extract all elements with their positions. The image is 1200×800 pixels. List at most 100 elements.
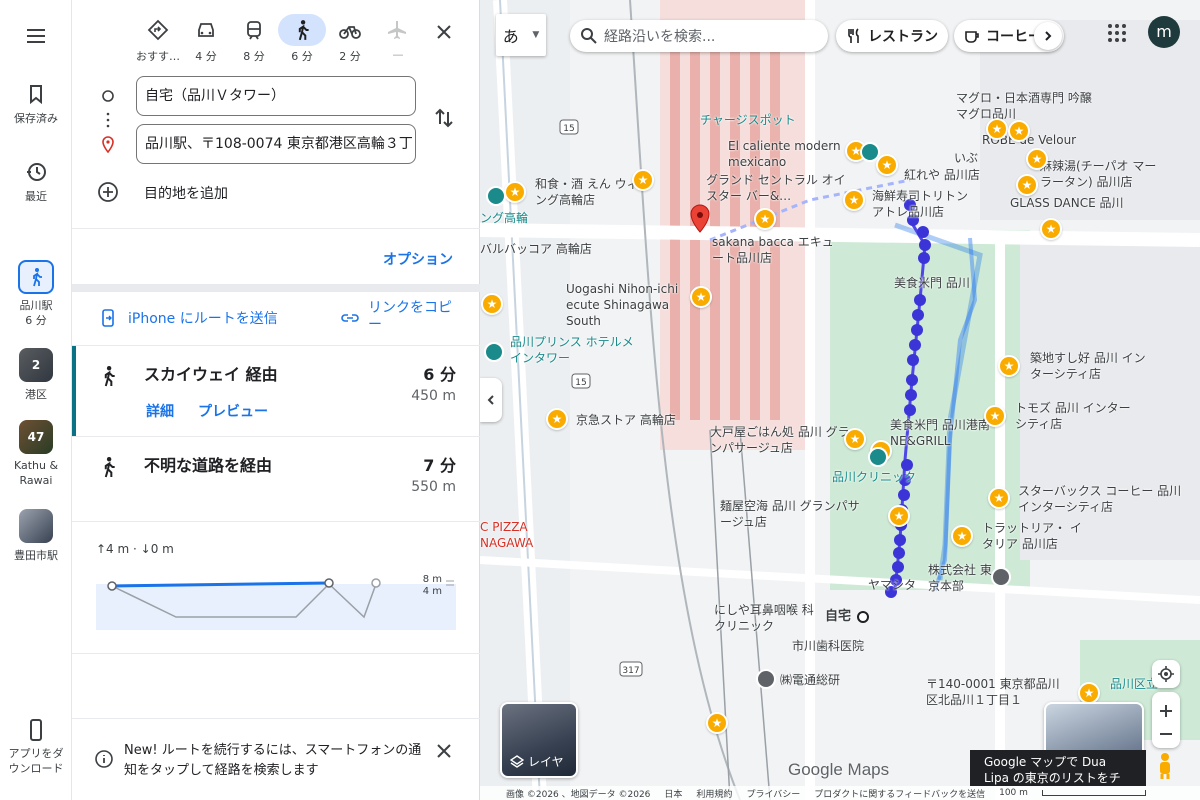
restaurant-star-icon[interactable]: ★ (951, 525, 973, 547)
map-label[interactable]: C PIZZA NAGAWA (480, 519, 544, 551)
transit-pin-icon[interactable] (860, 142, 880, 162)
restaurant-star-icon[interactable]: ★ (1026, 148, 1048, 170)
destination-input[interactable]: 品川駅、〒108-0074 東京都港区高輪３丁目 (136, 124, 416, 164)
route-preview-link[interactable]: プレビュー (198, 404, 268, 420)
restaurant-star-icon[interactable]: ★ (504, 181, 526, 203)
swap-icon[interactable] (432, 106, 456, 130)
map-label[interactable]: 市川歯科医院 (792, 638, 864, 654)
map-label[interactable]: 大戸屋ごはん処 品川 グランパサージュ店 (710, 424, 850, 456)
close-directions-icon[interactable] (432, 20, 456, 44)
mode-car[interactable]: 4 分 (182, 14, 230, 64)
place-toyota[interactable]: 豊田市駅 (0, 509, 72, 563)
restaurant-star-icon[interactable]: ★ (844, 428, 866, 450)
hotel-pin-icon[interactable] (484, 342, 504, 362)
restaurant-star-icon[interactable]: ★ (1078, 682, 1100, 704)
footer-terms[interactable]: 利用規約 (696, 787, 732, 800)
map-label[interactable]: 京急ストア 高輪店 (576, 412, 676, 428)
footer-feedback[interactable]: プロダクトに関するフィードバックを送信 (814, 787, 985, 800)
restaurant-star-icon[interactable]: ★ (843, 189, 865, 211)
restaurant-star-icon[interactable]: ★ (1040, 218, 1062, 240)
mode-transit[interactable]: 8 分 (230, 14, 278, 64)
place-minato[interactable]: 2 港区 (0, 348, 72, 402)
map-label[interactable]: 麺屋空海 品川 グランパサージュ店 (720, 498, 860, 530)
map-label[interactable]: 株式会社 東京本部 (928, 562, 998, 594)
pegman-icon[interactable] (1154, 752, 1176, 780)
copy-link-button[interactable]: リンクをコピー (340, 300, 460, 334)
footer-scale[interactable]: 100 m (999, 788, 1028, 798)
footer-country[interactable]: 日本 (664, 787, 682, 800)
map-label[interactable]: にしや耳鼻咽喉 科クリニック (714, 602, 822, 634)
restaurant-star-icon[interactable]: ★ (876, 154, 898, 176)
restaurant-star-icon[interactable]: ★ (888, 505, 910, 527)
restaurant-star-icon[interactable]: ★ (988, 487, 1010, 509)
building-pin-icon[interactable] (756, 669, 776, 689)
map-label[interactable]: Uogashi Nihon-ichi ecute Shinagawa South (566, 281, 706, 329)
map-label[interactable]: 海鮮寿司トリトン アトレ品川店 (872, 188, 972, 220)
map-label[interactable]: El caliente modern mexicano (728, 138, 848, 170)
restaurant-star-icon[interactable]: ★ (754, 208, 776, 230)
map-label[interactable]: 品川クリニック (832, 469, 916, 485)
route-option-1[interactable]: スカイウェイ 経由 6 分 450 m 詳細 プレビュー (72, 345, 480, 436)
ime-toggle[interactable]: あ ▼ (496, 14, 546, 56)
add-circle-icon[interactable] (96, 180, 120, 204)
map-label[interactable]: トモズ 品川 インターシティ店 (1015, 400, 1135, 432)
map-label[interactable]: 品川区立 (1110, 676, 1158, 692)
map-label[interactable]: トラットリア・ イタリア 品川店 (982, 520, 1092, 552)
restaurant-star-icon[interactable]: ★ (690, 286, 712, 308)
map-label[interactable]: ㈱電通総研 (780, 672, 840, 688)
current-route-button[interactable]: 品川駅 6 分 (0, 260, 72, 328)
restaurant-star-icon[interactable]: ★ (546, 408, 568, 430)
promo-banner[interactable]: Google マップで Dua Lipa の東京のリストをチェック (970, 750, 1146, 786)
recent-button[interactable]: 最近 (0, 160, 72, 204)
restaurant-star-icon[interactable]: ★ (706, 712, 728, 734)
download-app-button[interactable]: アプリをダウンロード (0, 718, 72, 776)
route-option-2[interactable]: 不明な道路を経由 7 分 550 m (72, 436, 480, 521)
home-label[interactable]: 自宅 (825, 609, 851, 625)
mode-flight[interactable]: — (374, 14, 422, 64)
restaurant-star-icon[interactable]: ★ (1016, 174, 1038, 196)
saved-button[interactable]: 保存済み (0, 82, 72, 126)
mode-walk[interactable]: 6 分 (278, 14, 326, 64)
chips-next-button[interactable] (1034, 22, 1062, 50)
restaurant-star-icon[interactable]: ★ (1008, 120, 1030, 142)
zoom-in-icon[interactable] (1159, 704, 1173, 718)
transit-pin-icon[interactable] (486, 186, 506, 206)
map-label[interactable]: 紅れや 品川店 (904, 167, 980, 183)
map-label[interactable]: スターバックス コーヒー 品川インターシティ店 (1018, 483, 1188, 515)
map-label[interactable]: マグロ・日本酒専門 吟醸マグロ品川 (956, 90, 1096, 122)
collapse-panel-button[interactable] (480, 378, 502, 422)
mode-bicycle[interactable]: 2 分 (326, 14, 374, 64)
map-label[interactable]: 麻辣湯(チーパオ マーラータン) 品川店 (1040, 158, 1160, 190)
layers-button[interactable]: レイヤ (500, 702, 578, 778)
map-label[interactable]: 美食米門 品川 (894, 275, 970, 291)
map-label[interactable]: ヤマシタ (868, 577, 916, 593)
apps-grid-icon[interactable] (1106, 22, 1128, 44)
map-label[interactable]: ング高輪 (480, 210, 528, 226)
send-to-phone-button[interactable]: iPhone にルートを送信 (98, 308, 278, 328)
map-label[interactable]: バルバッコア 高輪店 (480, 241, 592, 257)
zoom-out-icon[interactable] (1159, 732, 1173, 736)
route-details-link[interactable]: 詳細 (146, 404, 174, 420)
restaurant-star-icon[interactable]: ★ (481, 293, 503, 315)
route-search-input[interactable]: 経路沿いを検索... (570, 20, 828, 52)
close-icon[interactable] (434, 741, 454, 761)
restaurant-star-icon[interactable]: ★ (632, 169, 654, 191)
map-label[interactable]: グランド セントラル オイスター バー&… (706, 172, 846, 204)
map-label[interactable]: sakana bacca エキュート品川店 (712, 234, 842, 266)
account-avatar[interactable]: m (1148, 16, 1180, 48)
restaurant-star-icon[interactable]: ★ (984, 405, 1006, 427)
map-canvas[interactable]: 15 15 317 チャージスポット El caliente modern me… (480, 0, 1200, 800)
map-label[interactable]: 築地すし好 品川 インターシティ店 (1030, 350, 1150, 382)
map-label[interactable]: チャージスポット (700, 112, 796, 128)
mode-recommended[interactable]: おすす… (134, 14, 182, 64)
options-button[interactable]: オプション (383, 249, 453, 269)
menu-button[interactable] (0, 24, 72, 52)
clinic-pin-icon[interactable] (868, 447, 888, 467)
place-kathu[interactable]: 47 Kathu & Rawai (0, 420, 72, 488)
map-label[interactable]: GLASS DANCE 品川 (1010, 195, 1124, 211)
origin-input[interactable]: 自宅（品川Ｖタワー） (136, 76, 416, 116)
restaurant-star-icon[interactable]: ★ (986, 118, 1008, 140)
building-pin-icon[interactable] (991, 567, 1011, 587)
add-destination-button[interactable]: 目的地を追加 (144, 183, 228, 203)
chip-restaurant[interactable]: レストラン (836, 20, 948, 52)
